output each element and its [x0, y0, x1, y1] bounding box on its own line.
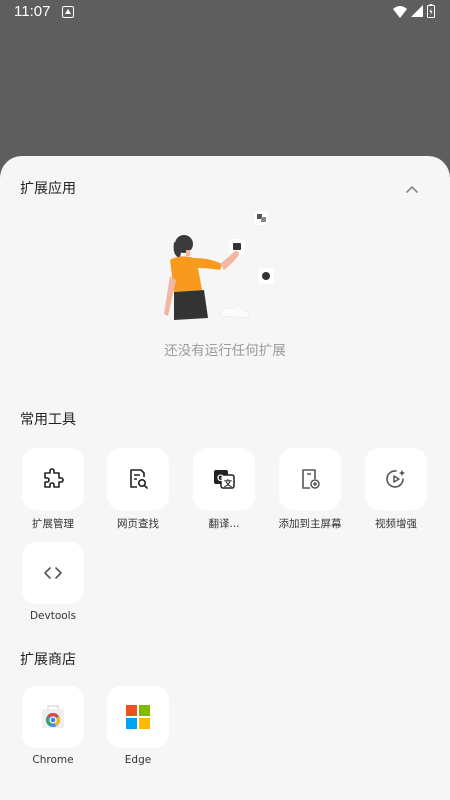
tool-tile[interactable] — [365, 448, 427, 510]
store-tile[interactable] — [107, 686, 169, 748]
tool-label: 视频增强 — [375, 518, 417, 530]
common-tools-section-title: 常用工具 — [20, 412, 76, 428]
translate-icon: G 文 — [214, 470, 235, 489]
store-chrome[interactable]: Chrome — [21, 686, 85, 766]
extensions-sheet: 扩展应用 还没有运行任何扩展 常用工具 扩展管理 网页查找 G 文 翻译... … — [0, 156, 450, 800]
code-icon — [44, 567, 62, 579]
tool-page-search[interactable]: 网页查找 — [106, 448, 170, 531]
video-enhance-icon — [386, 470, 405, 488]
empty-state-text: 还没有运行任何扩展 — [164, 343, 286, 359]
tool-devtools[interactable]: Devtools — [21, 542, 85, 622]
svg-text:G: G — [217, 473, 224, 483]
signal-icon — [411, 5, 423, 17]
edge-store-icon — [126, 705, 150, 729]
store-edge[interactable]: Edge — [106, 686, 170, 766]
store-label: Chrome — [32, 754, 74, 766]
tool-label: 翻译... — [208, 518, 240, 530]
extensions-section-title: 扩展应用 — [20, 181, 76, 197]
svg-text:文: 文 — [224, 478, 233, 488]
tool-tile[interactable] — [279, 448, 341, 510]
tool-tile[interactable] — [22, 448, 84, 510]
tool-add-to-home[interactable]: 添加到主屏幕 — [278, 448, 342, 531]
tool-label: 网页查找 — [117, 518, 159, 530]
puzzle-icon — [44, 468, 64, 488]
page-search-icon — [130, 469, 148, 489]
tool-label: 扩展管理 — [32, 518, 74, 530]
store-label: Edge — [124, 754, 152, 766]
tool-translate[interactable]: G 文 翻译... — [192, 448, 256, 531]
wifi-icon — [393, 6, 407, 18]
notification-icon — [62, 6, 74, 18]
status-bar: 11:07 — [0, 0, 450, 24]
chrome-store-icon — [42, 705, 64, 728]
battery-icon — [427, 4, 435, 18]
tool-tile[interactable] — [22, 542, 84, 604]
tool-extension-manager[interactable]: 扩展管理 — [21, 448, 85, 531]
tool-label: 添加到主屏幕 — [278, 518, 342, 530]
tool-video-enhance[interactable]: 视频增强 — [364, 448, 428, 531]
tool-tile[interactable] — [107, 448, 169, 510]
store-tile[interactable] — [22, 686, 84, 748]
status-time: 11:07 — [14, 3, 51, 20]
tool-tile[interactable]: G 文 — [193, 448, 255, 510]
chevron-up-icon[interactable] — [402, 180, 422, 200]
tool-label: Devtools — [29, 610, 77, 622]
empty-state-illustration — [164, 211, 274, 320]
store-section-title: 扩展商店 — [20, 652, 76, 668]
add-to-home-icon — [302, 469, 320, 489]
